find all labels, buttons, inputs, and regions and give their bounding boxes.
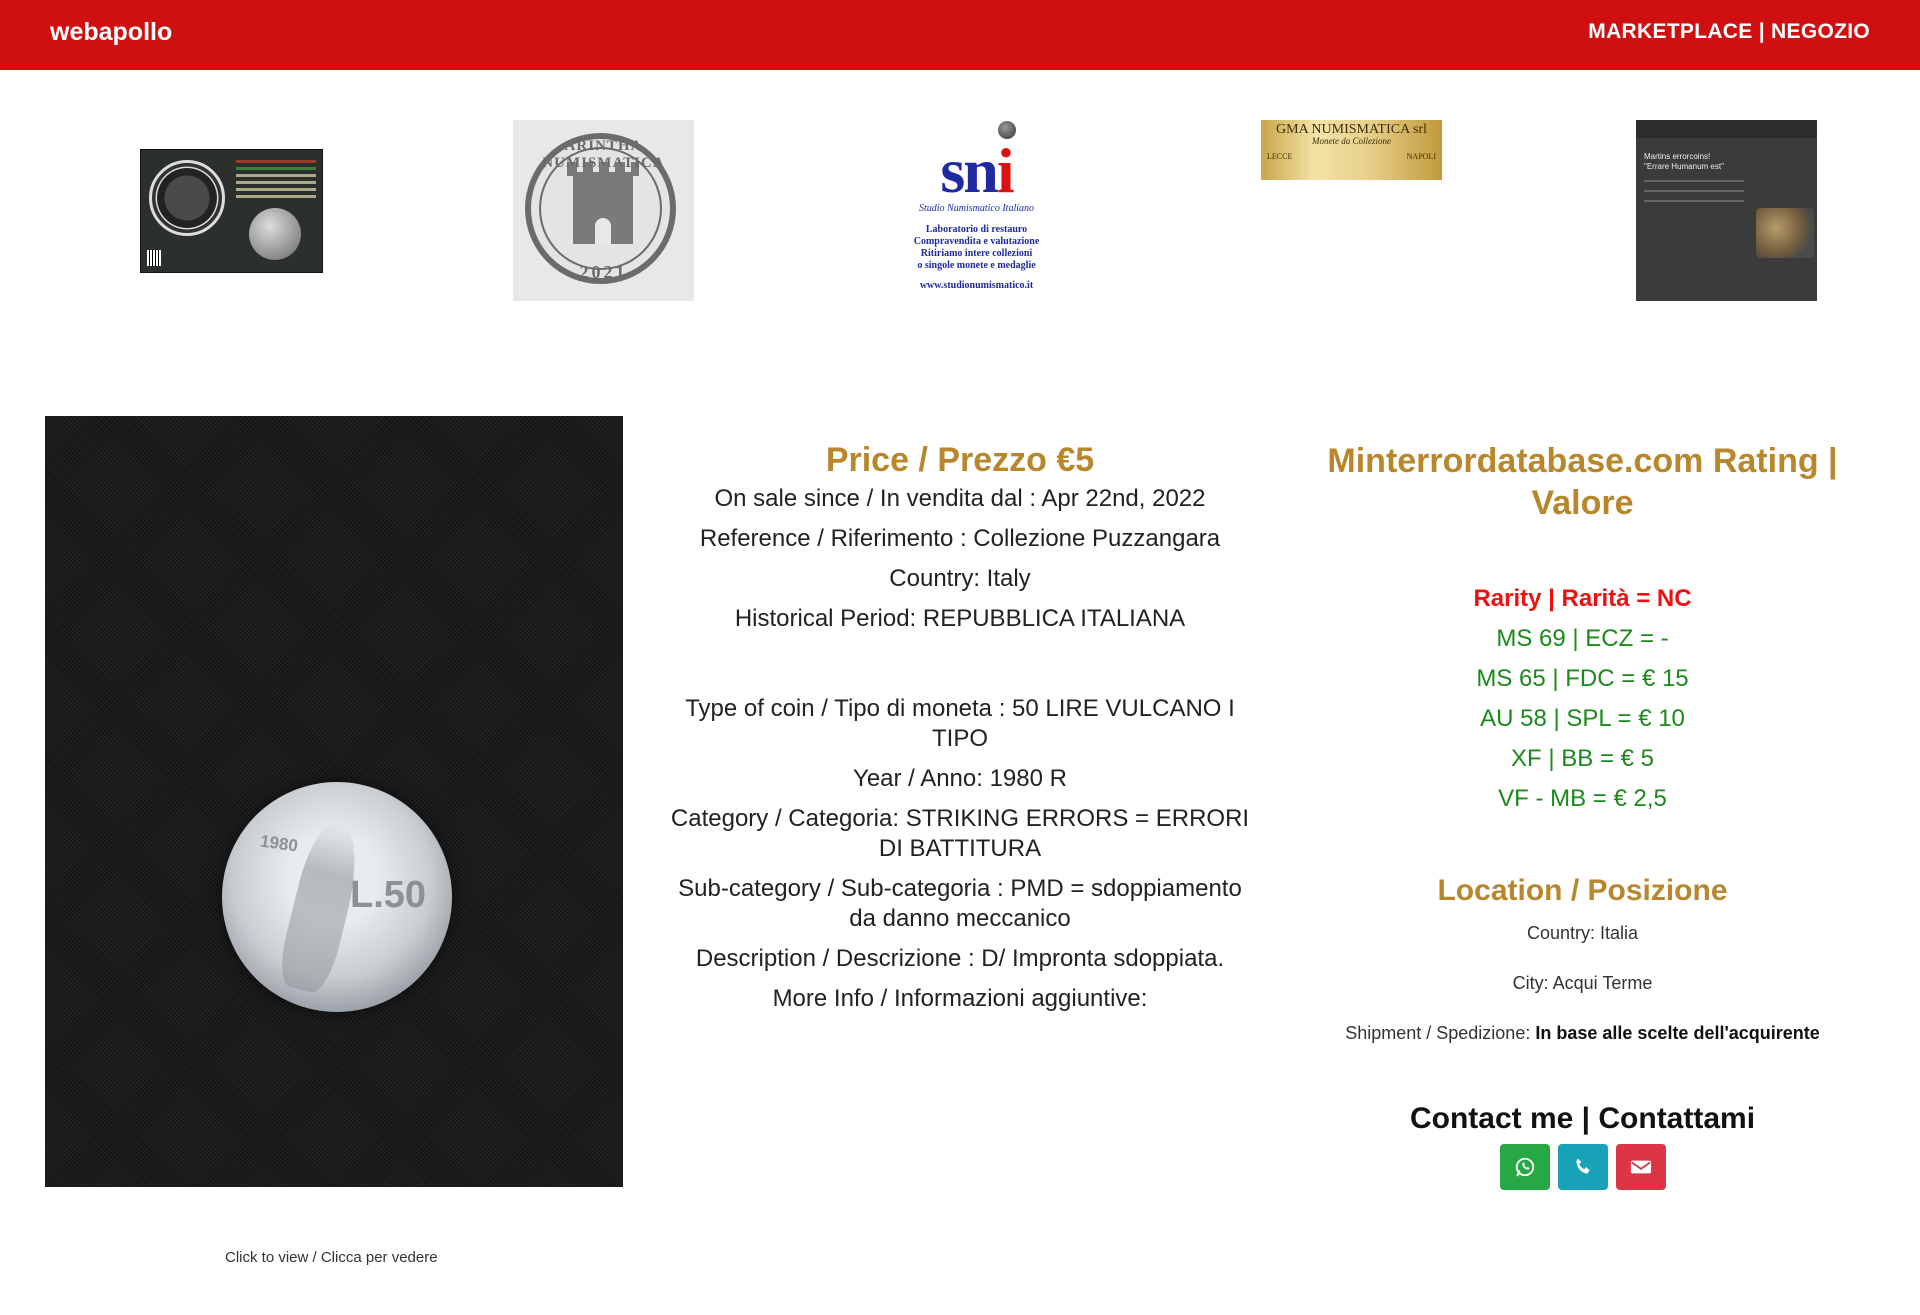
sni-logo: sni	[886, 139, 1067, 203]
coin-image	[1756, 208, 1814, 258]
rating-panel: Minterrordatabase.com Rating | Valore Ra…	[1300, 440, 1865, 1190]
banner-logo-text: ARINTHA NUMISMATICA	[542, 138, 665, 171]
banner-gma-numismatica[interactable]: GMA NUMISMATICA srl Monete da Collezione…	[1261, 120, 1442, 180]
envelope-icon	[1630, 1160, 1651, 1174]
seal-emblem	[149, 160, 225, 236]
text-line	[1644, 190, 1744, 192]
location-country: Country: Italia	[1526, 923, 1639, 943]
email-button[interactable]	[1615, 1144, 1666, 1190]
sni-logo-accent: i	[996, 135, 1015, 206]
product-details: Price / Prezzo €5 On sale since / In ven…	[662, 440, 1258, 1024]
banner-cities: LECCE NAPOLI	[1261, 152, 1442, 161]
banner-martins-errorcoins[interactable]: Martins errorcoins! "Errare Humanum est"	[1636, 120, 1817, 301]
shipment-label: Shipment / Spedizione:	[1345, 1023, 1531, 1043]
banner-logo-year: 2021	[579, 262, 628, 282]
historical-period: Historical Period: REPUBBLICA ITALIANA	[734, 605, 1186, 632]
banner-services: Laboratorio di restauro Compravendita e …	[886, 224, 1067, 272]
banner-book-manual[interactable]	[140, 149, 323, 273]
photo-caption[interactable]: Click to view / Clicca per vedere	[225, 1249, 438, 1266]
grade-row: MS 69 | ECZ = -	[1496, 625, 1669, 652]
service-line: Laboratorio di restauro	[925, 224, 1028, 235]
nav-marketplace-link[interactable]: MARKETPLACE	[1588, 20, 1752, 43]
service-line: Compravendita e valutazione	[913, 236, 1040, 247]
text-line	[1644, 200, 1744, 202]
on-sale-date: On sale since / In vendita dal : Apr 22n…	[714, 485, 1206, 512]
city-right: NAPOLI	[1406, 152, 1436, 161]
text-line	[1644, 180, 1744, 182]
banner-subtitle: Studio Numismatico Italiano	[919, 203, 1034, 214]
sni-logo-main: sn	[940, 135, 998, 206]
barcode	[147, 250, 161, 266]
phone-icon	[1575, 1158, 1590, 1174]
coin-dot-icon	[998, 121, 1016, 139]
service-line: Ritiriamo intere collezioni	[920, 248, 1033, 259]
banner-studio-numismatico[interactable]: sni Studio Numismatico Italiano Laborato…	[886, 117, 1067, 297]
category: Category / Categoria: STRIKING ERRORS = …	[670, 805, 1250, 862]
coin-year-text: 1980	[258, 831, 300, 856]
location-title: Location / Posizione	[1437, 874, 1728, 907]
shipment: Shipment / Spedizione: In base alle scel…	[1300, 1022, 1865, 1044]
banner-arintha-numismatica[interactable]: ARINTHA NUMISMATICA 2021	[513, 120, 694, 301]
reference: Reference / Riferimento : Collezione Puz…	[699, 525, 1221, 552]
coin-image: 1980 L.50	[222, 782, 452, 1012]
contact-buttons	[1300, 1144, 1865, 1190]
nav-separator: |	[1758, 20, 1765, 43]
grade-row: AU 58 | SPL = € 10	[1480, 705, 1685, 732]
top-navbar: webapollo MARKETPLACE | NEGOZIO	[0, 0, 1920, 70]
subcategory: Sub-category / Sub-categoria : PMD = sdo…	[678, 875, 1242, 932]
nav-shop-link[interactable]: NEGOZIO	[1771, 20, 1870, 43]
whatsapp-button[interactable]	[1499, 1144, 1550, 1190]
city-left: LECCE	[1267, 152, 1293, 161]
coin-year: Year / Anno: 1980 R	[853, 765, 1067, 792]
coin-type: Type of coin / Tipo di moneta : 50 LIRE …	[685, 695, 1235, 752]
banner-heading-line: Martins errorcoins!	[1644, 152, 1711, 161]
grade-row: MS 65 | FDC = € 15	[1476, 665, 1689, 692]
banner-heading: Martins errorcoins! "Errare Humanum est"	[1644, 152, 1724, 172]
book-cover-text	[236, 156, 316, 202]
coin-photo[interactable]: 1980 L.50	[45, 416, 623, 1187]
grade-row: XF | BB = € 5	[1511, 745, 1654, 772]
location-city: City: Acqui Terme	[1512, 973, 1653, 993]
description: Description / Descrizione : D/ Impronta …	[695, 945, 1225, 972]
banner-url: www.studionumismatico.it	[919, 280, 1034, 291]
grade-row: VF - MB = € 2,5	[1498, 785, 1667, 812]
rating-title: Minterrordatabase.com Rating | Valore	[1327, 442, 1838, 522]
phone-button[interactable]	[1557, 1144, 1608, 1190]
more-info: More Info / Informazioni aggiuntive:	[772, 985, 1148, 1012]
coin-value-text: L.50	[350, 874, 427, 916]
contact-title: Contact me | Contattami	[1409, 1102, 1756, 1135]
banner-heading-line: "Errare Humanum est"	[1644, 162, 1724, 171]
rarity: Rarity | Rarità = NC	[1473, 585, 1692, 612]
top-nav: MARKETPLACE | NEGOZIO	[1588, 20, 1870, 44]
tower-icon	[567, 162, 639, 244]
whatsapp-icon	[1515, 1157, 1534, 1177]
price-heading: Price / Prezzo €5	[825, 441, 1095, 479]
brand-logo[interactable]: webapollo	[50, 18, 172, 47]
service-line: o singole monete e medaglie	[917, 260, 1036, 271]
country: Country: Italy	[889, 565, 1031, 592]
site-nav-strip	[1636, 120, 1817, 138]
coin-image	[249, 208, 301, 260]
shipment-value: In base alle scelte dell'acquirente	[1535, 1023, 1820, 1043]
